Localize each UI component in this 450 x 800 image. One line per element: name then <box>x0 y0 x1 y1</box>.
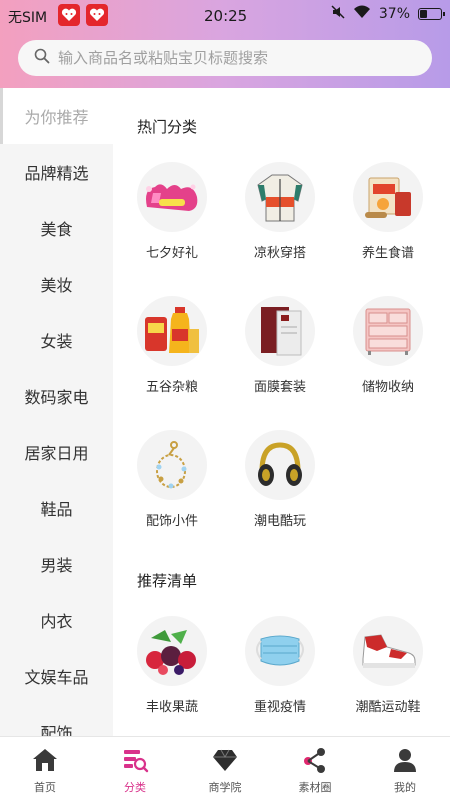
sidebar-item-label: 为你推荐 <box>24 108 89 127</box>
sidebar-item-label: 美妆 <box>40 276 73 295</box>
face-mask-icon <box>245 296 315 366</box>
category-item-label: 重视疫情 <box>253 700 306 715</box>
sidebar-item-label: 鞋品 <box>40 500 73 519</box>
category-item-storage[interactable]: 储物收纳 <box>335 296 441 395</box>
nav-label: 素材圈 <box>298 781 332 794</box>
nav-academy[interactable]: 商学院 <box>180 737 270 800</box>
category-sidebar: 为你推荐 品牌精选 美食 美妆 女装 数码家电 居家日用 鞋品 男装 内衣 文娱… <box>0 88 113 736</box>
sidebar-item-beauty[interactable]: 美妆 <box>0 256 113 312</box>
sneaker-icon <box>353 616 423 686</box>
sidebar-item-home[interactable]: 居家日用 <box>0 424 113 480</box>
sidebar-item-mens[interactable]: 男装 <box>0 536 113 592</box>
category-item-label: 五谷杂粮 <box>145 380 198 395</box>
search-bar[interactable] <box>18 40 432 76</box>
nav-label: 我的 <box>394 781 416 794</box>
category-item-qixi[interactable]: 七夕好礼 <box>119 162 225 261</box>
sidebar-item-accessories[interactable]: 配饰 <box>0 704 113 736</box>
status-indicators: 37% <box>331 5 445 23</box>
nav-home[interactable]: 首页 <box>0 737 90 800</box>
fruit-icon <box>137 616 207 686</box>
battery-icon <box>418 8 445 20</box>
sidebar-item-label: 男装 <box>40 556 73 575</box>
status-app-icons <box>58 4 108 26</box>
headphones-icon <box>245 430 315 500</box>
section-title-recommend: 推荐清单 <box>137 572 198 590</box>
nav-materials[interactable]: 素材圈 <box>270 737 360 800</box>
sidebar-item-label: 数码家电 <box>24 388 89 407</box>
category-item-face-masks[interactable]: 面膜套装 <box>227 296 333 395</box>
search-input[interactable] <box>58 49 418 67</box>
share-icon <box>300 745 330 775</box>
sidebar-item-recommend[interactable]: 为你推荐 <box>0 88 113 144</box>
category-icon <box>120 745 150 775</box>
nav-label: 分类 <box>124 781 146 794</box>
category-item-label: 凉秋穿搭 <box>253 246 306 261</box>
status-bar: 无SIM 20:25 37% <box>0 0 450 32</box>
category-item-label: 面膜套装 <box>253 380 306 395</box>
category-item-label: 潮电酷玩 <box>253 514 306 529</box>
nav-profile[interactable]: 我的 <box>360 737 450 800</box>
status-time: 20:25 <box>204 7 248 25</box>
sidebar-item-underwear[interactable]: 内衣 <box>0 592 113 648</box>
carrier-label: 无SIM <box>8 10 48 26</box>
mute-icon <box>331 5 345 23</box>
sidebar-item-brands[interactable]: 品牌精选 <box>0 144 113 200</box>
wifi-icon <box>353 5 371 23</box>
recommend-item-fruits[interactable]: 丰收果蔬 <box>119 616 225 715</box>
home-icon <box>30 745 60 775</box>
category-item-accessories[interactable]: 配饰小件 <box>119 430 225 529</box>
battery-percent: 37% <box>378 6 410 22</box>
nav-category[interactable]: 分类 <box>90 737 180 800</box>
bottom-nav: 首页 分类 商学院 素材圈 我的 <box>0 736 450 800</box>
recommend-item-sneakers[interactable]: 潮酷运动鞋 <box>335 616 441 715</box>
jacket-icon <box>245 162 315 232</box>
category-item-label: 储物收纳 <box>361 380 414 395</box>
category-item-autumn-wear[interactable]: 凉秋穿搭 <box>227 162 333 261</box>
user-icon <box>390 745 420 775</box>
qixi-gift-icon <box>137 162 207 232</box>
sidebar-item-label: 文娱车品 <box>24 668 89 687</box>
category-item-label: 丰收果蔬 <box>145 700 198 715</box>
app-notification-icon <box>86 4 108 26</box>
app-notification-icon <box>58 4 80 26</box>
medical-mask-icon <box>245 616 315 686</box>
sidebar-item-label: 居家日用 <box>24 444 89 463</box>
grain-oil-icon <box>137 296 207 366</box>
category-item-label: 潮酷运动鞋 <box>355 700 421 715</box>
bracelet-icon <box>137 430 207 500</box>
category-item-label: 配饰小件 <box>145 514 198 529</box>
sidebar-item-label: 配饰 <box>40 724 73 736</box>
category-item-gadgets[interactable]: 潮电酷玩 <box>227 430 333 529</box>
health-food-icon <box>353 162 423 232</box>
category-item-label: 养生食谱 <box>361 246 414 261</box>
sidebar-item-shoes[interactable]: 鞋品 <box>0 480 113 536</box>
nav-label: 商学院 <box>208 781 242 794</box>
search-icon <box>34 48 50 68</box>
category-item-label: 七夕好礼 <box>145 246 198 261</box>
diamond-icon <box>210 745 240 775</box>
recommend-item-epidemic[interactable]: 重视疫情 <box>227 616 333 715</box>
sidebar-item-food[interactable]: 美食 <box>0 200 113 256</box>
sidebar-item-electronics[interactable]: 数码家电 <box>0 368 113 424</box>
sidebar-item-label: 内衣 <box>40 612 73 631</box>
storage-drawer-icon <box>353 296 423 366</box>
category-item-health-recipes[interactable]: 养生食谱 <box>335 162 441 261</box>
header: 无SIM 20:25 37% <box>0 0 450 88</box>
sidebar-item-entertainment[interactable]: 文娱车品 <box>0 648 113 704</box>
category-item-grains[interactable]: 五谷杂粮 <box>119 296 225 395</box>
sidebar-item-label: 女装 <box>40 332 73 351</box>
sidebar-item-womens[interactable]: 女装 <box>0 312 113 368</box>
sidebar-item-label: 美食 <box>40 220 73 239</box>
sidebar-item-label: 品牌精选 <box>24 164 89 183</box>
category-content: 热门分类 七夕好礼 凉秋穿搭 养生食谱 五谷杂粮 面膜套装 储物收纳 配饰小件 … <box>113 88 450 736</box>
section-title-hot: 热门分类 <box>137 118 198 136</box>
nav-label: 首页 <box>34 781 56 794</box>
